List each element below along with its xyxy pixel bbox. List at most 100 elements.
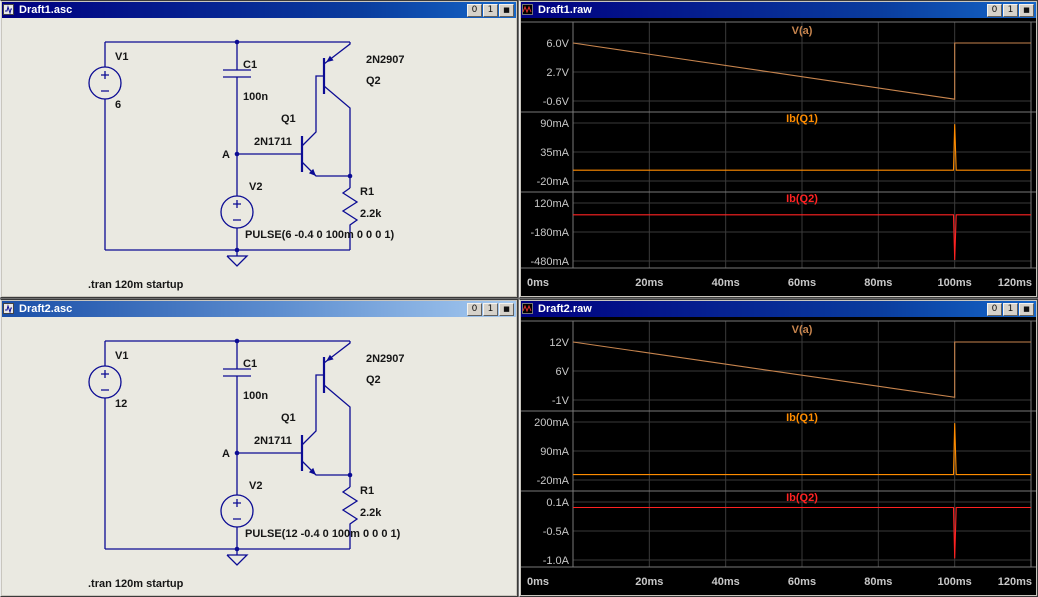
x-tick-label: 80ms: [864, 277, 892, 289]
window-title: Draft1.asc: [19, 4, 73, 16]
maximize-button[interactable]: 1: [483, 3, 498, 17]
window-draft1-asc: Draft1.asc 0 1 ■ V1 6 C1 100n 2N2907 Q2 …: [0, 0, 518, 298]
q2-model-label: 2N2907: [366, 54, 405, 66]
y-tick-label: -0.6V: [543, 96, 570, 108]
y-tick-label: 35mA: [540, 147, 569, 159]
v2-name-label: V2: [249, 181, 262, 193]
v2-value-label: PULSE(12 -0.4 0 100m 0 0 0 1): [245, 528, 401, 540]
r1-name-label: R1: [360, 186, 374, 198]
window-draft2-raw: Draft2.raw 0 1 ■ 12V 6V -1V V(a) 200mA 90mA -2…: [519, 299, 1038, 597]
window-controls: 0 1 ■: [467, 3, 515, 17]
maximize-button[interactable]: 1: [1003, 302, 1018, 316]
q1-name-label: Q1: [281, 412, 296, 424]
minimize-button[interactable]: 0: [987, 3, 1002, 17]
y-tick-label: -20mA: [537, 475, 570, 487]
pane-title: V(a): [792, 25, 813, 37]
close-button[interactable]: ■: [499, 3, 514, 17]
y-tick-label: 6V: [556, 366, 570, 378]
window-draft1-raw: Draft1.raw 0 1 ■ 6.0V 2.7V -0.6V V(a) 90mA 35…: [519, 0, 1038, 298]
x-tick-label: 60ms: [788, 576, 816, 588]
titlebar-draft1-raw[interactable]: Draft1.raw 0 1 ■: [521, 2, 1036, 18]
y-tick-label: 2.7V: [546, 67, 569, 79]
v1-value-label: 12: [115, 398, 127, 410]
window-title: Draft1.raw: [538, 4, 592, 16]
y-tick-label: 200mA: [534, 417, 570, 429]
v2-name-label: V2: [249, 480, 262, 492]
y-tick-label: 120mA: [534, 198, 570, 210]
close-button[interactable]: ■: [1019, 3, 1034, 17]
pane-title: V(a): [792, 324, 813, 336]
x-tick-label: 80ms: [864, 576, 892, 588]
q2-name-label: Q2: [366, 75, 381, 87]
y-tick-label: -1V: [552, 395, 570, 407]
x-tick-label: 0ms: [527, 576, 549, 588]
r1-name-label: R1: [360, 485, 374, 497]
titlebar-draft2-asc[interactable]: Draft2.asc 0 1 ■: [2, 301, 516, 317]
y-tick-label: -180mA: [530, 227, 569, 239]
schematic-canvas[interactable]: V1 12 C1 100n 2N2907 Q2 Q1 2N1711 A V2 R…: [2, 317, 516, 595]
x-tick-label: 0ms: [527, 277, 549, 289]
c1-name-label: C1: [243, 358, 257, 370]
minimize-button[interactable]: 0: [467, 3, 482, 17]
schematic-doc-icon: [3, 303, 15, 315]
y-tick-label: -1.0A: [543, 555, 570, 567]
y-tick-label: -20mA: [537, 176, 570, 188]
waveform-canvas[interactable]: 12V 6V -1V V(a) 200mA 90mA -20mA Ib(Q1) 0.1A -0.5…: [521, 317, 1036, 595]
minimize-button[interactable]: 0: [467, 302, 482, 316]
q2-name-label: Q2: [366, 374, 381, 386]
y-tick-label: 90mA: [540, 446, 569, 458]
window-controls: 0 1 ■: [467, 302, 515, 316]
y-tick-label: 90mA: [540, 118, 569, 130]
q1-name-label: Q1: [281, 113, 296, 125]
x-tick-label: 40ms: [712, 277, 740, 289]
window-title: Draft2.asc: [19, 303, 73, 315]
waveform-canvas[interactable]: 6.0V 2.7V -0.6V V(a) 90mA 35mA -20mA Ib(Q1) 120m…: [521, 18, 1036, 296]
x-tick-label: 120ms: [998, 576, 1032, 588]
window-draft2-asc: Draft2.asc 0 1 ■ V1 12 C1 100n 2N2907 Q2…: [0, 299, 518, 597]
waveform-doc-icon: [522, 303, 534, 315]
r1-value-label: 2.2k: [360, 208, 382, 220]
q2-model-label: 2N2907: [366, 353, 405, 365]
x-tick-label: 20ms: [635, 277, 663, 289]
close-button[interactable]: ■: [499, 302, 514, 316]
titlebar-draft2-raw[interactable]: Draft2.raw 0 1 ■: [521, 301, 1036, 317]
close-button[interactable]: ■: [1019, 302, 1034, 316]
titlebar-draft1-asc[interactable]: Draft1.asc 0 1 ■: [2, 2, 516, 18]
v1-name-label: V1: [115, 350, 128, 362]
x-tick-label: 100ms: [938, 576, 972, 588]
ltspice-desktop: Draft1.asc 0 1 ■ V1 6 C1 100n 2N2907 Q2 …: [0, 0, 1038, 597]
c1-name-label: C1: [243, 59, 257, 71]
q1-model-label: 2N1711: [254, 435, 292, 447]
x-tick-label: 60ms: [788, 277, 816, 289]
v1-name-label: V1: [115, 51, 128, 63]
waveform-doc-icon: [522, 4, 534, 16]
waveform-plot[interactable]: 6.0V 2.7V -0.6V V(a) 90mA 35mA -20mA Ib(Q1) 120m…: [521, 18, 1036, 296]
schematic-doc-icon: [3, 4, 15, 16]
pane-title: Ib(Q2): [786, 492, 818, 504]
minimize-button[interactable]: 0: [987, 302, 1002, 316]
pane-title: Ib(Q2): [786, 193, 818, 205]
y-tick-label: 6.0V: [546, 38, 569, 50]
c1-value-label: 100n: [243, 390, 268, 402]
spice-directive: .tran 120m startup: [88, 279, 184, 291]
node-a-label: A: [222, 149, 230, 161]
x-tick-label: 100ms: [938, 277, 972, 289]
q1-model-label: 2N1711: [254, 136, 292, 148]
window-controls: 0 1 ■: [987, 302, 1035, 316]
y-tick-label: 0.1A: [546, 497, 569, 509]
schematic-canvas[interactable]: V1 6 C1 100n 2N2907 Q2 Q1 2N1711 A V2 R1…: [2, 18, 516, 296]
y-tick-label: -480mA: [530, 256, 569, 268]
pane-title: Ib(Q1): [786, 113, 818, 125]
maximize-button[interactable]: 1: [1003, 3, 1018, 17]
pane-title: Ib(Q1): [786, 412, 818, 424]
x-tick-label: 120ms: [998, 277, 1032, 289]
window-title: Draft2.raw: [538, 303, 592, 315]
window-controls: 0 1 ■: [987, 3, 1035, 17]
y-tick-label: -0.5A: [543, 526, 570, 538]
waveform-plot[interactable]: 12V 6V -1V V(a) 200mA 90mA -20mA Ib(Q1) 0.1A -0.5…: [521, 317, 1036, 595]
v2-value-label: PULSE(6 -0.4 0 100m 0 0 0 1): [245, 229, 395, 241]
node-a-label: A: [222, 448, 230, 460]
r1-value-label: 2.2k: [360, 507, 382, 519]
maximize-button[interactable]: 1: [483, 302, 498, 316]
x-tick-label: 40ms: [712, 576, 740, 588]
